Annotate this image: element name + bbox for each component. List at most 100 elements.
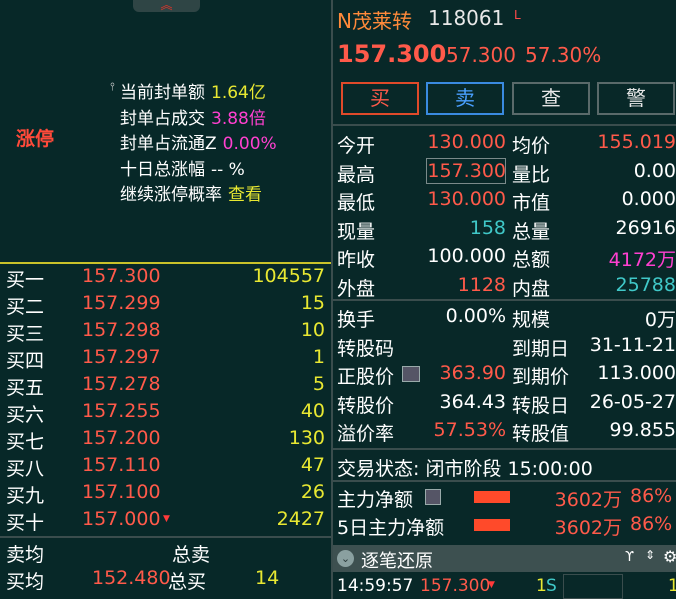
bid-price: 157.299 <box>82 292 161 314</box>
quote-label: 今开 <box>337 135 376 157</box>
quote-value: 100.000 <box>427 245 506 267</box>
buy-avg-value: 152.480 <box>92 567 171 589</box>
bid-label: 买七 <box>6 431 45 453</box>
buy-button[interactable]: 买 <box>341 82 419 115</box>
total-buy-value: 14 <box>255 567 280 589</box>
chevron-down-icon[interactable]: ⌄ <box>337 550 354 567</box>
bid-price: 157.298 <box>82 319 161 341</box>
quote-label: 最高 <box>337 163 376 186</box>
down-arrow-icon: ▼ <box>163 514 170 524</box>
quote-value: 130.000 <box>427 131 506 153</box>
sort-icon[interactable]: ⇕ <box>645 548 655 562</box>
divider-line <box>333 124 676 126</box>
collapse-tab[interactable]: ︽ <box>133 0 200 12</box>
divider-line <box>0 536 331 538</box>
pin-icon[interactable]: ⫯ <box>110 80 115 94</box>
bid-volume: 47 <box>300 454 325 476</box>
quote-label: 到期日 <box>512 337 570 360</box>
bid-volume: 15 <box>300 292 325 314</box>
quote-label: 换手 <box>337 309 376 331</box>
bid-row[interactable]: 买八 157.110 47 <box>0 454 331 481</box>
quote-label: 均价 <box>512 135 551 157</box>
quote-value: 57.53% <box>433 419 506 441</box>
calculator-icon[interactable] <box>425 489 441 505</box>
bid-row[interactable]: 买七 157.200 130 <box>0 427 331 454</box>
quote-label: 溢价率 <box>337 423 395 445</box>
calculator-icon[interactable] <box>402 366 420 382</box>
tick-detail-box <box>563 574 623 599</box>
seal-row: 封单占成交 3.88倍 <box>120 104 266 129</box>
trade-status: 交易状态: 闭市阶段 15:00:00 <box>337 458 593 480</box>
quote-value: 1128 <box>457 273 506 296</box>
seal-value: 3.88倍 <box>211 109 266 129</box>
quote-value: 158 <box>469 216 506 239</box>
quote-label: 转股码 <box>337 337 395 360</box>
sell-avg-label: 卖均 <box>6 544 45 566</box>
bid-label: 买十 <box>6 512 45 534</box>
bid-price: 157.100 <box>82 481 161 503</box>
settings-icon[interactable]: ⚙ <box>663 547 676 566</box>
main-net-value: 3602万 <box>554 489 622 511</box>
bid-row[interactable]: 买一 157.300 104557 <box>0 265 331 292</box>
quote-value: 26-05-27 <box>589 390 676 413</box>
bid-row[interactable]: 买九 157.100 26 <box>0 481 331 508</box>
alert-button[interactable]: 警 <box>597 82 675 115</box>
tick-title: 逐笔还原 <box>361 551 433 572</box>
seal-value: 1.64亿 <box>211 83 266 103</box>
quote-value: 0.000 <box>621 188 676 210</box>
seal-row[interactable]: 继续涨停概率 查看 <box>120 180 262 205</box>
bid-row[interactable]: 买二 157.299 15 <box>0 292 331 319</box>
current-price: 157.300 <box>337 40 447 68</box>
divider-line <box>333 299 676 301</box>
seal-value: 0.00% <box>222 134 277 154</box>
limit-up-badge: 涨停 <box>16 128 55 150</box>
bid-price: 157.200 <box>82 427 161 449</box>
bid-row[interactable]: 买十 157.000 2427 ▼ <box>0 508 331 535</box>
bid-volume: 26 <box>300 481 325 503</box>
bid-label: 买一 <box>6 269 45 291</box>
quote-value: 25788 <box>615 273 676 296</box>
quote-value: 130.000 <box>427 188 506 210</box>
seal-label: 当前封单额 <box>120 83 205 103</box>
quote-label: 转股价 <box>337 394 395 417</box>
price-change-pct: 57.30% <box>525 43 602 67</box>
net-bar <box>474 491 510 503</box>
quote-label: 到期价 <box>512 366 570 388</box>
bid-volume: 130 <box>288 427 325 449</box>
bid-row[interactable]: 买四 157.297 1 <box>0 346 331 373</box>
main-net-5d-label: 5日主力净额 <box>337 517 445 539</box>
main-net-pct: 86% <box>630 485 673 507</box>
bid-label: 买八 <box>6 458 45 480</box>
bid-price: 157.255 <box>82 400 161 422</box>
quote-value: 0.00 <box>633 159 676 182</box>
price-change: 57.300 <box>446 43 516 67</box>
filter-icon[interactable]: ϒ <box>625 550 634 565</box>
bid-volume: 2427 <box>276 508 325 530</box>
bid-row[interactable]: 买六 157.255 40 <box>0 400 331 427</box>
main-net-label: 主力净额 <box>337 489 414 511</box>
quote-label: 市值 <box>512 192 551 214</box>
query-button[interactable]: 查 <box>512 82 590 115</box>
seal-label: 十日总涨幅 <box>120 160 205 180</box>
buy-avg-label: 买均 <box>6 571 45 593</box>
quote-value: 99.855 <box>609 419 676 441</box>
quote-label: 最低 <box>337 192 376 214</box>
quote-label: 外盘 <box>337 277 376 300</box>
main-net-5d-value: 3602万 <box>554 517 622 539</box>
quote-value: 155.019 <box>597 131 676 153</box>
sell-button[interactable]: 卖 <box>426 82 504 115</box>
bid-label: 买六 <box>6 404 45 426</box>
bid-price: 157.297 <box>82 346 161 368</box>
bid-row[interactable]: 买五 157.278 5 <box>0 373 331 400</box>
quote-value: 113.000 <box>597 362 676 384</box>
main-net-5d-pct: 86% <box>630 513 673 535</box>
seal-value[interactable]: 查看 <box>228 185 262 205</box>
net-bar <box>474 519 510 531</box>
quote-label: 昨收 <box>337 249 376 271</box>
bid-row[interactable]: 买三 157.298 10 <box>0 319 331 346</box>
seal-label: 封单占成交 <box>120 109 205 129</box>
bid-label: 买五 <box>6 377 45 399</box>
bid-label: 买三 <box>6 323 45 345</box>
stock-name: N茂莱转 <box>337 9 412 33</box>
quote-label: 内盘 <box>512 277 551 300</box>
